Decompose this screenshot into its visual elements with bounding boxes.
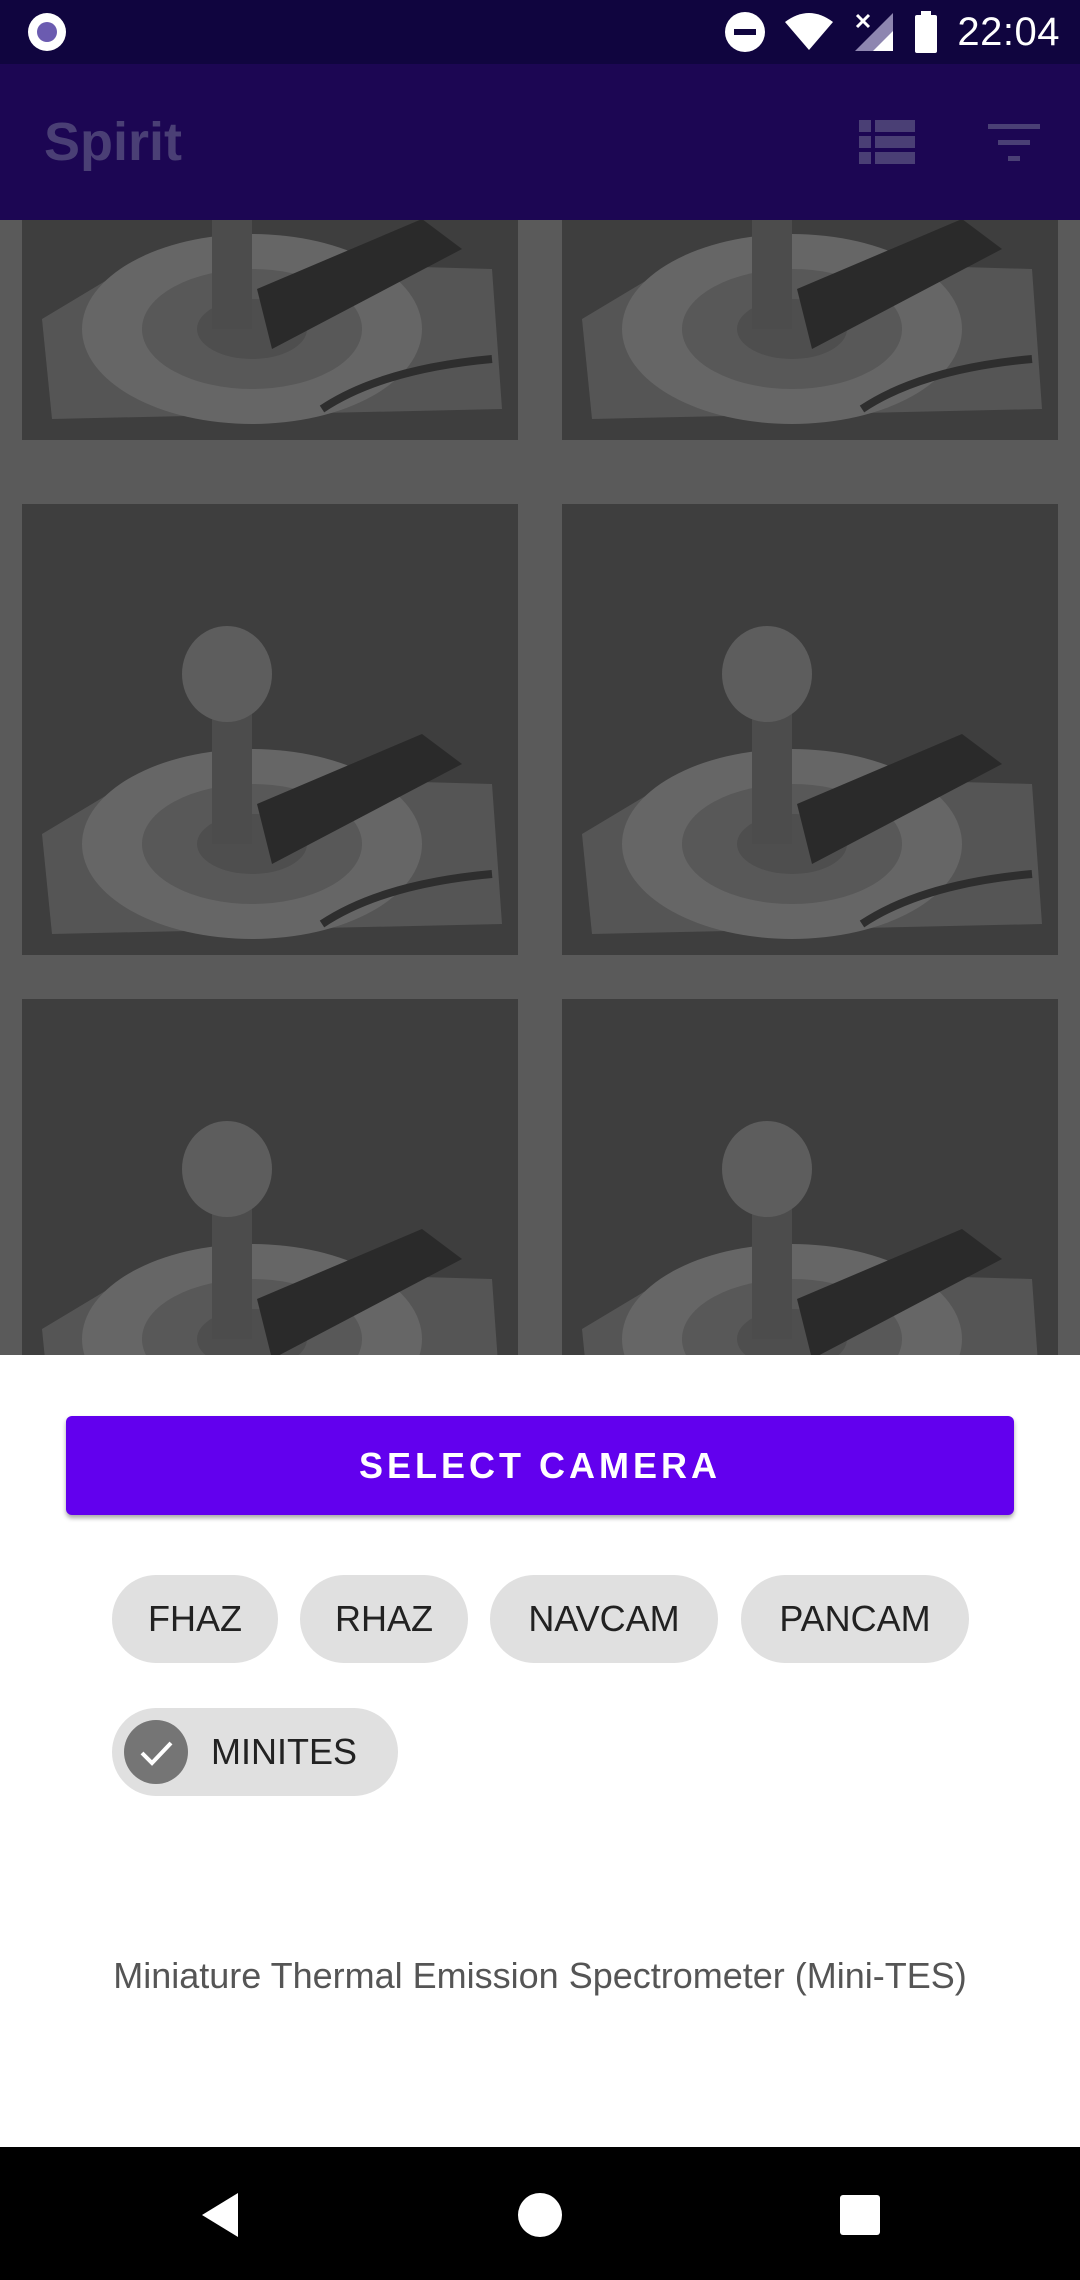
photo-tile[interactable] — [562, 504, 1058, 955]
status-icons: 22:04 — [725, 0, 1060, 64]
app-title: Spirit — [44, 112, 183, 172]
app-bar: Spirit — [0, 64, 1080, 220]
photo-grid — [0, 220, 1080, 1355]
chip-label: MINITES — [211, 1731, 358, 1772]
notification-dot-icon — [28, 13, 66, 51]
battery-icon — [915, 11, 938, 53]
chip-label: PANCAM — [779, 1598, 931, 1639]
chip-pancam[interactable]: PANCAM — [741, 1575, 969, 1663]
filter-icon[interactable] — [982, 110, 1046, 174]
photo-tile[interactable] — [22, 220, 518, 440]
list-view-icon[interactable] — [855, 110, 919, 174]
checkmark-icon — [124, 1720, 188, 1784]
back-icon[interactable] — [188, 2183, 252, 2247]
navigation-bar — [0, 2147, 1080, 2280]
chip-label: NAVCAM — [528, 1598, 680, 1639]
camera-bottom-sheet: SELECT CAMERA FHAZ RHAZ NAVCAM PANCAM MI… — [0, 1355, 1080, 2147]
do-not-disturb-icon — [725, 12, 766, 52]
home-icon[interactable] — [508, 2183, 572, 2247]
chip-label: FHAZ — [148, 1598, 242, 1639]
recents-icon[interactable] — [828, 2183, 892, 2247]
photo-tile[interactable] — [22, 504, 518, 955]
cell-signal-off-icon — [855, 13, 894, 51]
chip-fhaz[interactable]: FHAZ — [112, 1575, 278, 1663]
chip-label: RHAZ — [335, 1598, 433, 1639]
clock: 22:04 — [957, 9, 1060, 54]
camera-description: Miniature Thermal Emission Spectrometer … — [113, 1955, 967, 1996]
photo-tile[interactable] — [22, 999, 518, 1355]
wifi-icon — [785, 13, 834, 50]
select-camera-button[interactable]: SELECT CAMERA — [66, 1416, 1014, 1515]
chip-navcam[interactable]: NAVCAM — [490, 1575, 718, 1663]
photo-tile[interactable] — [562, 220, 1058, 440]
photo-tile[interactable] — [562, 999, 1058, 1355]
status-bar: 22:04 — [0, 0, 1080, 64]
chip-minites[interactable]: MINITES — [112, 1708, 398, 1796]
chip-rhaz[interactable]: RHAZ — [300, 1575, 468, 1663]
